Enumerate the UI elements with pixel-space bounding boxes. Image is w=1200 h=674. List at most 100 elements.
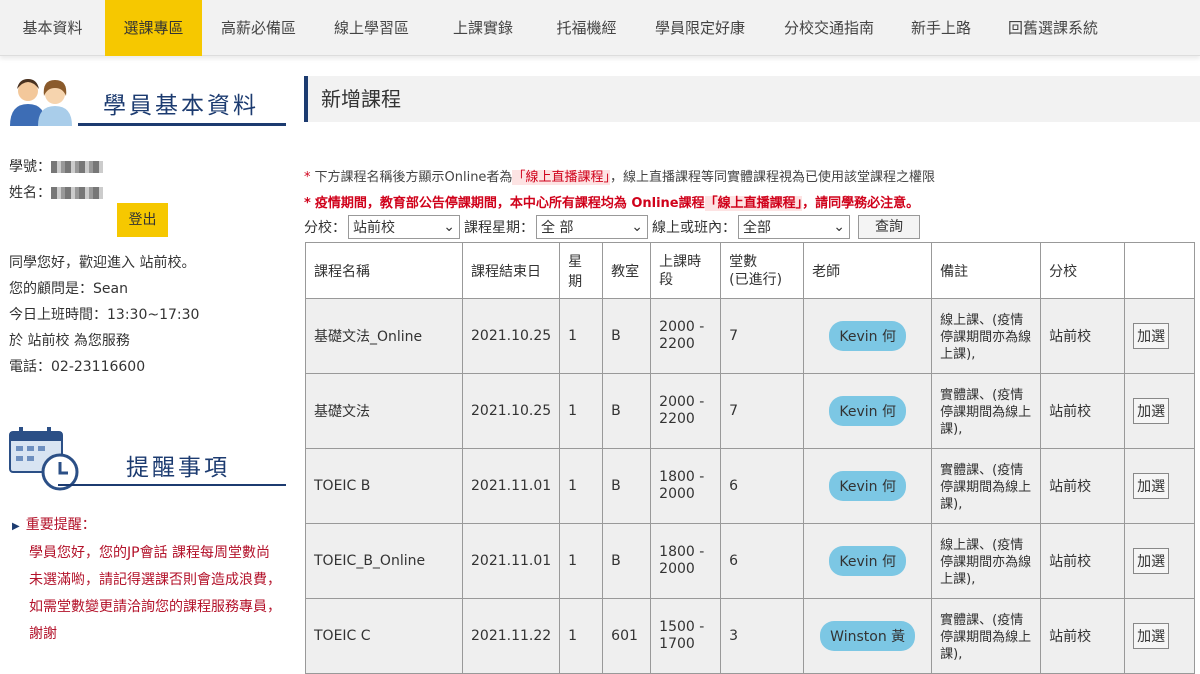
- course-sessions: 6: [720, 523, 805, 599]
- weekday-label: 課程星期：: [464, 220, 534, 236]
- advisor-text: 您的顧問是：Sean: [9, 281, 128, 297]
- col-branch: 分校: [1040, 242, 1126, 299]
- course-remark: 線上課、(疫情停課期間亦為線上課),: [931, 523, 1042, 599]
- online-note: * 下方課程名稱後方顯示Online者為「線上直播課程」，線上直播課程等同實體課程…: [304, 166, 935, 185]
- add-course-button[interactable]: 加選: [1133, 398, 1170, 424]
- course-time: 1800 - 2000: [650, 523, 722, 599]
- weekday-select[interactable]: 全 部 ⌄: [536, 215, 648, 239]
- course-name: TOEIC_B_Online: [305, 523, 463, 599]
- nav-basic-info[interactable]: 基本資料: [0, 0, 105, 56]
- col-time: 上課時段: [650, 242, 722, 299]
- branch-select[interactable]: 站前校 ⌄: [348, 215, 460, 239]
- nav-class-records[interactable]: 上課實錄: [428, 0, 538, 56]
- nav-high-salary[interactable]: 高薪必備區: [202, 0, 315, 56]
- course-time: 2000 - 2200: [650, 298, 722, 374]
- chevron-down-icon: ⌄: [443, 219, 455, 235]
- nav-branch-traffic[interactable]: 分校交通指南: [765, 0, 893, 56]
- course-remark: 實體課、(疫情停課期間為線上課),: [931, 598, 1042, 674]
- course-end-date: 2021.11.22: [461, 598, 561, 674]
- reminder-body: 學員您好，您的JP會話 課程每周堂數尚未選滿喲，請記得選課否則會造成浪費，如需堂…: [29, 545, 281, 642]
- nav-old-system[interactable]: 回舊選課系統: [989, 0, 1117, 56]
- course-end-date: 2021.11.01: [461, 448, 561, 524]
- course-remark: 線上課、(疫情停課期間亦為線上課),: [931, 298, 1042, 374]
- search-button[interactable]: 查詢: [858, 215, 920, 239]
- course-end-date: 2021.10.25: [461, 373, 561, 449]
- student-id-redacted: [51, 161, 103, 173]
- table-header-row: 課程名稱 課程結束日 星期 教室 上課時段 堂數 (已進行) 老師 備註 分校: [305, 242, 1196, 299]
- reminder-underline: [58, 484, 286, 486]
- branch-label: 分校：: [304, 220, 346, 236]
- teacher-pill[interactable]: Kevin 何: [829, 396, 906, 426]
- pandemic-note: * 疫情期間，教育部公告停課期間，本中心所有課程均為 Online課程「線上直播課…: [304, 192, 919, 211]
- branch-select-value: 站前校: [353, 220, 395, 236]
- course-name: TOEIC B: [305, 448, 463, 524]
- col-course-name: 課程名稱: [305, 242, 463, 299]
- mode-select[interactable]: 全部 ⌄: [738, 215, 850, 239]
- pandemic-note-prefix: 疫情期間，教育部公告停課期間，本中心所有課程均為 Online課程: [314, 196, 705, 211]
- course-sessions: 7: [720, 373, 805, 449]
- add-course-button[interactable]: 加選: [1133, 548, 1170, 574]
- teacher-pill[interactable]: Winston 黃: [820, 621, 916, 651]
- reminder-title: 提醒事項: [126, 455, 230, 481]
- student-id-row: 學號：: [9, 156, 103, 176]
- course-remark: 實體課、(疫情停課期間為線上課),: [931, 373, 1042, 449]
- course-name: 基礎文法: [305, 373, 463, 449]
- top-nav: 基本資料 選課專區 高薪必備區 線上學習區 上課實錄 托福機經 學員限定好康 分…: [0, 0, 1200, 56]
- course-end-date: 2021.10.25: [461, 298, 561, 374]
- teacher-pill[interactable]: Kevin 何: [829, 321, 906, 351]
- course-room: B: [602, 298, 652, 374]
- pandemic-note-highlight: 「線上直播課程」: [704, 196, 803, 211]
- teacher-pill[interactable]: Kevin 何: [829, 471, 906, 501]
- col-sessions: 堂數 (已進行): [720, 242, 805, 299]
- course-branch: 站前校: [1040, 298, 1126, 374]
- table-row: TOEIC B 2021.11.01 1 B 1800 - 2000 6 Kev…: [305, 448, 1196, 524]
- course-name: TOEIC C: [305, 598, 463, 674]
- nav-newbie[interactable]: 新手上路: [893, 0, 989, 56]
- asterisk-icon: *: [304, 170, 311, 185]
- reminder-heading: 重要提醒：: [25, 517, 96, 533]
- col-room: 教室: [602, 242, 652, 299]
- nav-course-selection[interactable]: 選課專區: [105, 0, 202, 56]
- course-time: 1500 - 1700: [650, 598, 722, 674]
- mode-label: 線上或班內：: [652, 220, 736, 236]
- mode-select-value: 全部: [743, 220, 771, 236]
- course-table: 課程名稱 課程結束日 星期 教室 上課時段 堂數 (已進行) 老師 備註 分校 …: [305, 242, 1196, 674]
- header-underline: [78, 123, 286, 126]
- course-sessions: 6: [720, 448, 805, 524]
- course-branch: 站前校: [1040, 523, 1126, 599]
- course-branch: 站前校: [1040, 598, 1126, 674]
- add-course-button[interactable]: 加選: [1133, 473, 1170, 499]
- weekday-select-value: 全 部: [541, 220, 574, 236]
- student-name-label: 姓名：: [9, 185, 51, 201]
- add-course-button[interactable]: 加選: [1133, 323, 1170, 349]
- teacher-pill[interactable]: Kevin 何: [829, 546, 906, 576]
- students-icon: [10, 79, 72, 126]
- welcome-text: 同學您好，歡迎進入 站前校。: [9, 255, 196, 271]
- online-note-prefix: 下方課程名稱後方顯示Online者為: [314, 170, 513, 185]
- add-course-button[interactable]: 加選: [1133, 623, 1170, 649]
- nav-online-learning[interactable]: 線上學習區: [315, 0, 428, 56]
- course-weekday: 1: [559, 373, 604, 449]
- nav-toefl[interactable]: 托福機經: [538, 0, 635, 56]
- nav-member-deals[interactable]: 學員限定好康: [635, 0, 765, 56]
- logout-button[interactable]: 登出: [117, 203, 168, 237]
- course-end-date: 2021.11.01: [461, 523, 561, 599]
- table-row: TOEIC_B_Online 2021.11.01 1 B 1800 - 200…: [305, 523, 1196, 599]
- student-name-redacted: [51, 187, 103, 199]
- course-time: 2000 - 2200: [650, 373, 722, 449]
- table-row: 基礎文法_Online 2021.10.25 1 B 2000 - 2200 7…: [305, 298, 1196, 374]
- col-remark: 備註: [931, 242, 1042, 299]
- page-title: 新增課程: [304, 76, 1200, 122]
- col-teacher: 老師: [803, 242, 933, 299]
- course-weekday: 1: [559, 598, 604, 674]
- chevron-down-icon: ⌄: [631, 219, 643, 235]
- sidebar: 學員基本資料 學號： 姓名： 登出 同學您好，歡迎進入 站前校。 您的顧問是：S…: [0, 60, 290, 658]
- pandemic-note-suffix: ，請同學務必注意。: [802, 196, 920, 211]
- main-content: 新增課程 * 下方課程名稱後方顯示Online者為「線上直播課程」，線上直播課程等…: [304, 76, 1200, 674]
- course-time: 1800 - 2000: [650, 448, 722, 524]
- office-hours-text: 今日上班時間：13:30~17:30: [9, 307, 200, 323]
- course-weekday: 1: [559, 448, 604, 524]
- student-id-label: 學號：: [9, 159, 51, 175]
- student-name-row: 姓名：: [9, 182, 103, 202]
- course-weekday: 1: [559, 523, 604, 599]
